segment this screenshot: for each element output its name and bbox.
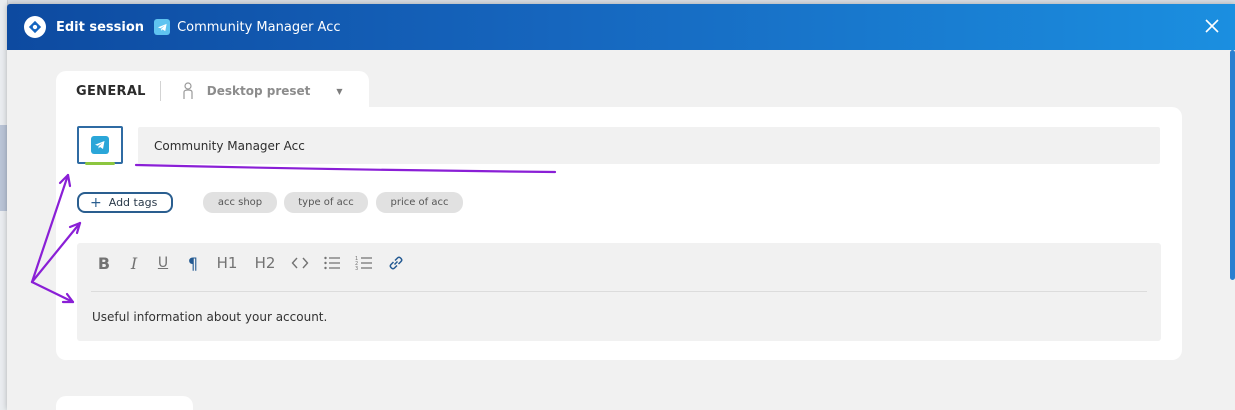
heading2-button[interactable]: H2 (253, 252, 277, 274)
preset-label: Desktop preset (206, 84, 311, 98)
chevron-down-icon: ▼ (336, 86, 343, 96)
next-card-tab (56, 396, 193, 410)
add-tags-label: Add tags (108, 196, 158, 209)
notes-editor[interactable]: B I U ¶ H1 H2 123 Useful information abo… (77, 243, 1161, 341)
session-title: Community Manager Acc (177, 19, 341, 35)
modal-titlebar: Edit session Community Manager Acc (7, 4, 1235, 50)
tag-chip[interactable]: acc shop (203, 192, 277, 213)
bold-button[interactable]: B (95, 252, 113, 274)
underline-button[interactable]: U (155, 252, 171, 274)
scrollbar[interactable] (1230, 50, 1235, 280)
link-icon[interactable] (387, 252, 405, 274)
tag-chip[interactable]: type of acc (284, 192, 368, 213)
session-avatar[interactable] (77, 126, 123, 165)
editor-divider (91, 291, 1147, 292)
desktop-preset-dropdown[interactable]: Desktop preset ▼ (181, 82, 343, 100)
bullet-list-icon[interactable] (323, 252, 341, 274)
heading1-button[interactable]: H1 (215, 252, 239, 274)
session-name-input[interactable] (138, 127, 1160, 164)
close-icon[interactable] (1203, 17, 1221, 35)
tab-general[interactable]: GENERAL (76, 84, 146, 99)
numbered-list-icon[interactable]: 123 (355, 252, 373, 274)
general-card: + Add tags acc shop type of acc price of… (56, 107, 1182, 360)
paragraph-button[interactable]: ¶ (185, 252, 201, 274)
plus-icon: + (90, 194, 102, 211)
editor-toolbar: B I U ¶ H1 H2 123 (77, 243, 1161, 283)
code-icon[interactable] (291, 252, 309, 274)
telegram-avatar-icon (91, 136, 109, 154)
telegram-icon (154, 19, 171, 35)
editor-content[interactable]: Useful information about your account. (92, 310, 327, 324)
person-icon (183, 82, 193, 99)
italic-button[interactable]: I (127, 252, 141, 274)
tab-divider (159, 81, 161, 101)
modal-title: Edit session (56, 19, 145, 35)
tab-bar: GENERAL Desktop preset ▼ (56, 71, 369, 111)
edit-session-modal: Edit session Community Manager Acc GENER… (7, 4, 1235, 410)
tag-chip[interactable]: price of acc (376, 192, 463, 213)
status-indicator (85, 162, 115, 165)
add-tags-button[interactable]: + Add tags (77, 192, 173, 213)
svg-text:3: 3 (355, 266, 358, 272)
app-logo-icon (24, 16, 46, 38)
